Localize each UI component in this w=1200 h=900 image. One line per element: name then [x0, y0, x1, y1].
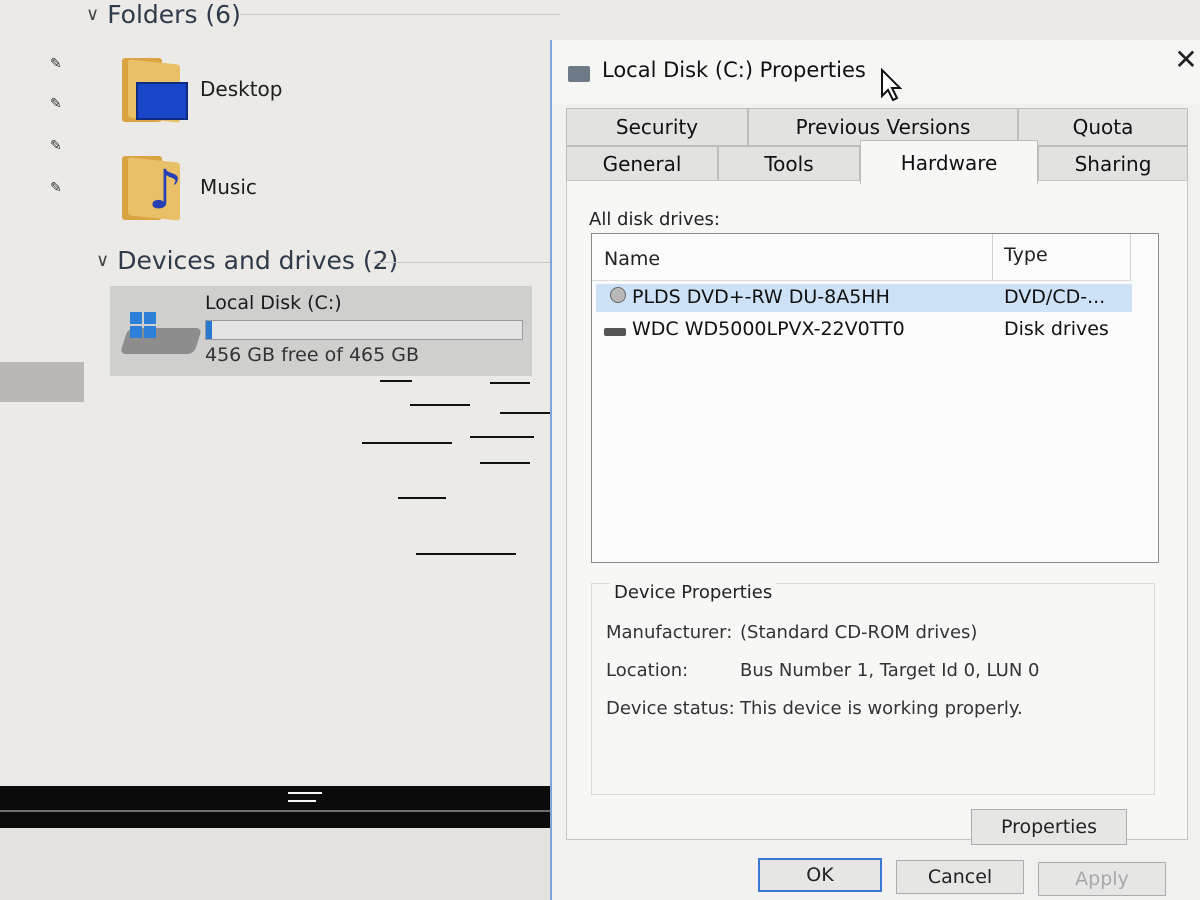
ok-button[interactable]: OK: [758, 858, 882, 892]
list-item-dvd-drive[interactable]: PLDS DVD+-RW DU-8A5HH DVD/CD-...: [596, 284, 1132, 312]
quick-access-pins: ✎ ✎ ✎ ✎: [0, 0, 80, 220]
render-artifact: [410, 404, 470, 406]
drive-usage-bar: [205, 320, 523, 340]
chevron-down-icon: ∨: [86, 4, 100, 25]
list-header: Name Type: [592, 234, 1132, 281]
nav-pane-selected-item[interactable]: [0, 362, 84, 402]
tab-sharing[interactable]: Sharing: [1038, 146, 1188, 182]
folder-item-music[interactable]: ♪ Music: [118, 150, 257, 224]
group-divider: [372, 262, 552, 263]
render-artifact: [480, 462, 530, 464]
properties-button[interactable]: Properties: [971, 809, 1127, 845]
all-drives-label: All disk drives:: [589, 209, 720, 230]
hard-disk-icon: [604, 328, 626, 336]
tab-strip: Security Previous Versions Quota General…: [566, 108, 1188, 184]
location-value: Bus Number 1, Target Id 0, LUN 0: [740, 660, 1040, 681]
folder-label: Music: [200, 175, 257, 199]
apply-button[interactable]: Apply: [1038, 862, 1166, 896]
pin-icon[interactable]: ✎: [50, 56, 64, 72]
cancel-button[interactable]: Cancel: [896, 860, 1024, 894]
properties-dialog: Local Disk (C:) Properties ✕ Security Pr…: [550, 40, 1200, 900]
folder-label: Desktop: [200, 77, 283, 101]
drive-row-type: Disk drives: [1004, 318, 1109, 340]
drive-name: Local Disk (C:): [205, 292, 342, 314]
drive-usage-fill: [206, 321, 213, 339]
manufacturer-value: (Standard CD-ROM drives): [740, 622, 978, 643]
tab-quota[interactable]: Quota: [1018, 108, 1188, 146]
dialog-title: Local Disk (C:) Properties: [602, 58, 866, 82]
tab-tools[interactable]: Tools: [718, 146, 860, 182]
devices-group-header[interactable]: ∨ Devices and drives (2): [96, 246, 398, 275]
mouse-cursor-icon: [881, 68, 902, 102]
column-header-name[interactable]: Name: [604, 248, 660, 270]
drive-tile-local-disk[interactable]: Local Disk (C:) 456 GB free of 465 GB: [110, 286, 532, 376]
group-divider: [240, 14, 560, 15]
drive-icon: [568, 66, 590, 82]
location-label: Location:: [606, 660, 689, 681]
tab-hardware[interactable]: Hardware: [860, 140, 1038, 184]
render-artifact: [380, 380, 412, 382]
device-status-value: This device is working properly.: [740, 698, 1023, 719]
folders-group-title: Folders (6): [107, 0, 241, 29]
tab-security[interactable]: Security: [566, 108, 748, 146]
pin-icon[interactable]: ✎: [50, 180, 64, 196]
desktop-folder-icon: [118, 52, 188, 126]
manufacturer-label: Manufacturer:: [606, 622, 733, 643]
hard-drive-icon: [119, 308, 204, 360]
hardware-tab-panel: All disk drives: Name Type PLDS DVD+-RW …: [566, 180, 1188, 845]
dialog-titlebar[interactable]: Local Disk (C:) Properties ✕: [552, 40, 1200, 104]
list-item-hard-disk[interactable]: WDC WD5000LPVX-22V0TT0 Disk drives: [596, 316, 1132, 344]
folder-item-desktop[interactable]: Desktop: [118, 52, 282, 126]
pin-icon[interactable]: ✎: [50, 96, 64, 112]
drive-row-name: PLDS DVD+-RW DU-8A5HH: [632, 286, 890, 308]
render-artifact: [500, 412, 550, 414]
device-properties-group: Device Properties Manufacturer: (Standar…: [591, 582, 1155, 795]
render-artifact: [398, 497, 446, 499]
disk-drives-list[interactable]: Name Type PLDS DVD+-RW DU-8A5HH DVD/CD-.…: [591, 233, 1159, 563]
render-artifact: [362, 442, 452, 444]
close-button[interactable]: ✕: [1170, 42, 1200, 78]
device-status-label: Device status:: [606, 698, 735, 719]
render-artifact: [470, 436, 534, 438]
column-header-type[interactable]: Type: [1004, 244, 1048, 266]
dvd-drive-icon: [610, 287, 626, 303]
render-artifact: [490, 382, 530, 384]
folders-group-header[interactable]: ∨ Folders (6): [86, 0, 241, 29]
drive-row-name: WDC WD5000LPVX-22V0TT0: [632, 318, 905, 340]
drive-row-type: DVD/CD-...: [1004, 286, 1106, 308]
devices-group-title: Devices and drives (2): [117, 246, 399, 275]
chevron-down-icon: ∨: [96, 250, 110, 271]
pin-icon[interactable]: ✎: [50, 138, 64, 154]
render-artifact: [416, 553, 516, 555]
tab-general[interactable]: General: [566, 146, 718, 182]
device-properties-title: Device Properties: [610, 582, 777, 603]
music-folder-icon: ♪: [118, 150, 186, 224]
drive-free-space: 456 GB free of 465 GB: [205, 344, 420, 366]
